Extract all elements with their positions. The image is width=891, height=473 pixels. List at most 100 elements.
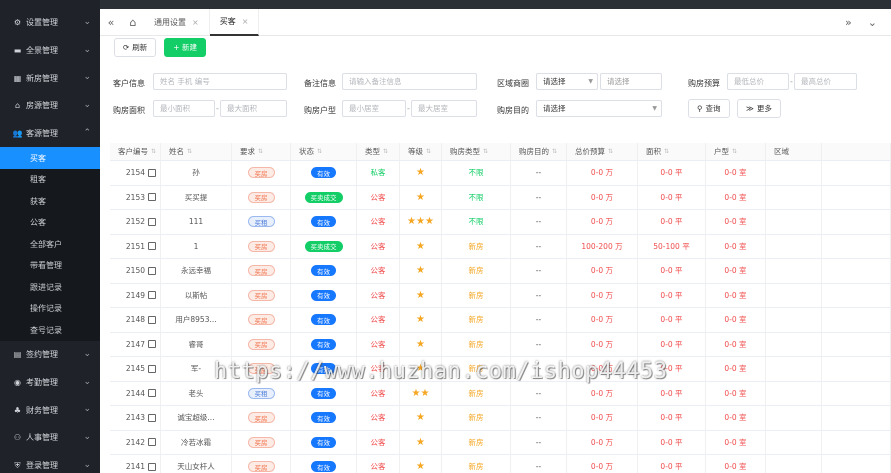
customer-name[interactable]: 诚宝超级... [177,412,214,423]
sidebar-bottom-item-3[interactable]: ⚇ 人事管理 ⌄ [0,424,100,452]
customer-name[interactable]: 用户8953... [175,314,216,325]
sort-icon[interactable]: ⇅ [608,148,613,155]
sort-icon[interactable]: ⇅ [187,148,192,155]
sort-icon[interactable]: ⇅ [151,148,156,155]
remark-input[interactable]: 请输入备注信息 [342,73,477,90]
copy-icon[interactable] [148,413,156,422]
sidebar-bottom-item-2[interactable]: ♣ 财务管理 ⌄ [0,396,100,424]
copy-icon[interactable] [148,364,156,373]
sort-icon[interactable]: ⇅ [426,148,431,155]
sidebar-subitem-4[interactable]: 全部客户 [0,233,100,255]
table-row[interactable]: 2154 孙 买房 有效 私客 ★ 不限 -- 0-0 万 0-0 平 0-0 室 [110,161,891,186]
size-min-input[interactable]: 最小面积 [153,100,215,117]
table-row[interactable]: 2142 冷若冰霜 买房 有效 公客 ★ 新房 -- 0-0 万 0-0 平 0-0 室 [110,430,891,455]
search-button[interactable]: ⚲ 查询 [688,99,730,118]
sidebar-bottom-item-0[interactable]: ▤ 签约管理 ⌄ [0,341,100,369]
customer-name[interactable]: 军- [191,363,201,374]
sort-icon[interactable]: ⇅ [258,148,263,155]
header-cell[interactable]: 等级 ⇅ [400,143,442,160]
copy-icon[interactable] [148,168,156,177]
sidebar-item-1[interactable]: ▬ 全景管理 ⌄ [0,37,100,65]
area-select[interactable]: 请选择 ▼ [536,73,598,90]
copy-icon[interactable] [148,389,156,398]
size-max-input[interactable]: 最大面积 [220,100,287,117]
copy-icon[interactable] [148,438,156,447]
header-cell[interactable]: 姓名 ⇅ [161,143,232,160]
purpose-select[interactable]: 请选择 ▼ [536,100,662,117]
sidebar-subitem-7[interactable]: 操作记录 [0,297,100,320]
header-cell[interactable]: 类型 ⇅ [357,143,400,160]
table-row[interactable]: 2147 睿哥 买房 有效 公客 ★ 新房 -- 0-0 万 0-0 平 0-0 室 [110,332,891,357]
header-cell[interactable]: 状态 ⇅ [291,143,357,160]
header-cell[interactable]: 要求 ⇅ [232,143,291,160]
copy-icon[interactable] [148,340,156,349]
table-row[interactable]: 2152 111 买租 有效 公客 ★★★ 不限 -- 0-0 万 0-0 平 0-0 室 [110,210,891,235]
home-icon[interactable]: ⌂ [122,9,144,36]
header-cell[interactable]: 面积 ⇅ [638,143,706,160]
sort-icon[interactable]: ⇅ [317,148,322,155]
sidebar-subitem-5[interactable]: 带看管理 [0,254,100,277]
sidebar-subitem-6[interactable]: 跟进记录 [0,276,100,298]
copy-icon[interactable] [148,242,156,251]
layout-max-input[interactable]: 最大居室 [411,100,477,117]
customer-info-input[interactable]: 姓名 手机 编号 [153,73,287,90]
copy-icon[interactable] [148,315,156,324]
close-icon[interactable]: × [192,18,199,27]
sort-icon[interactable]: ⇅ [664,148,669,155]
sidebar-subitem-8[interactable]: 查号记录 [0,319,100,341]
copy-icon[interactable] [148,462,156,471]
sort-icon[interactable]: ⇅ [732,148,737,155]
copy-icon[interactable] [148,193,156,202]
copy-icon[interactable] [148,217,156,226]
sidebar-subitem-1[interactable]: 租客 [0,168,100,191]
sidebar-item-3[interactable]: ⌂ 房源管理 ⌄ [0,92,100,120]
table-row[interactable]: 2144 老头 买租 有效 公客 ★★ 新房 -- 0-0 万 0-0 平 0-0 室 [110,381,891,406]
scroll-right-icon[interactable]: » [845,16,852,29]
budget-min-input[interactable]: 最低总价 [727,73,789,90]
sidebar-item-2[interactable]: ▦ 新房管理 ⌄ [0,64,100,92]
header-cell[interactable]: 户型 ⇅ [706,143,766,160]
table-row[interactable]: 2148 用户8953... 买房 有效 公客 ★ 新房 -- 0-0 万 0-0 平 0-0 室 [110,308,891,333]
customer-name[interactable]: 孙 [192,167,200,178]
sidebar-subitem-3[interactable]: 公客 [0,211,100,234]
new-button[interactable]: + 新建 [164,38,206,57]
customer-name[interactable]: 睿哥 [189,339,204,350]
sidebar-item-0[interactable]: ⚙ 设置管理 ⌄ [0,9,100,37]
close-icon[interactable]: × [242,17,249,26]
header-cell[interactable]: 总价预算 ⇅ [567,143,638,160]
customer-name[interactable]: 老头 [189,388,204,399]
header-cell[interactable]: 区域 [766,143,822,160]
sort-icon[interactable]: ⇅ [552,148,557,155]
header-cell[interactable]: 客户编号 ⇅ [110,143,161,160]
more-button[interactable]: ≫ 更多 [737,99,781,118]
sidebar-bottom-item-1[interactable]: ◉ 考勤管理 ⌄ [0,369,100,397]
layout-min-input[interactable]: 最小居室 [342,100,406,117]
customer-name[interactable]: 冷若冰霜 [181,437,211,448]
sidebar-subitem-0[interactable]: 买客 [0,147,100,169]
sidebar-item-4[interactable]: 👥 客源管理 ⌃ [0,120,100,148]
table-row[interactable]: 2143 诚宝超级... 买房 有效 公客 ★ 新房 -- 0-0 万 0-0 平 0-0 室 [110,406,891,431]
sort-icon[interactable]: ⇅ [383,148,388,155]
customer-name[interactable]: 永远幸福 [181,265,211,276]
tab-general-settings[interactable]: 通用设置 × [144,8,210,36]
header-cell[interactable]: 购房类型 ⇅ [442,143,511,160]
table-row[interactable]: 2145 军- 买房 有效 公客 ★ 新房 -- 0-0 万 0-0 平 0-0 室 [110,357,891,382]
sort-icon[interactable]: ⇅ [483,148,488,155]
tab-buy-customers[interactable]: 买客 × [209,8,260,36]
collapse-sidebar-icon[interactable]: « [100,9,122,36]
table-row[interactable]: 2141 天山女杆人 买房 有效 公客 ★ 新房 -- 0-0 万 0-0 平 0-0 室 [110,455,891,473]
chevron-down-icon[interactable]: ⌄ [868,16,877,29]
table-row[interactable]: 2151 1 买房 买卖成交 公客 ★ 新房 -- 100-200 万 50-100 平 0-0 室 [110,234,891,259]
sidebar-subitem-2[interactable]: 获客 [0,190,100,212]
table-row[interactable]: 2150 永远幸福 买房 有效 公客 ★ 新房 -- 0-0 万 0-0 平 0-0 室 [110,259,891,284]
table-row[interactable]: 2153 买买提 买房 买卖成交 公客 ★ 不限 -- 0-0 万 0-0 平 0-0 室 [110,185,891,210]
customer-name[interactable]: 以斯帖 [185,290,208,301]
budget-max-input[interactable]: 最高总价 [794,73,857,90]
customer-name[interactable]: 1 [194,242,199,251]
customer-name[interactable]: 买买提 [185,192,208,203]
customer-name[interactable]: 天山女杆人 [177,461,215,472]
header-cell[interactable]: 购房目的 ⇅ [511,143,567,160]
copy-icon[interactable] [148,266,156,275]
refresh-button[interactable]: ⟳ 刷新 [114,38,157,57]
district-select[interactable]: 请选择 [600,73,662,90]
